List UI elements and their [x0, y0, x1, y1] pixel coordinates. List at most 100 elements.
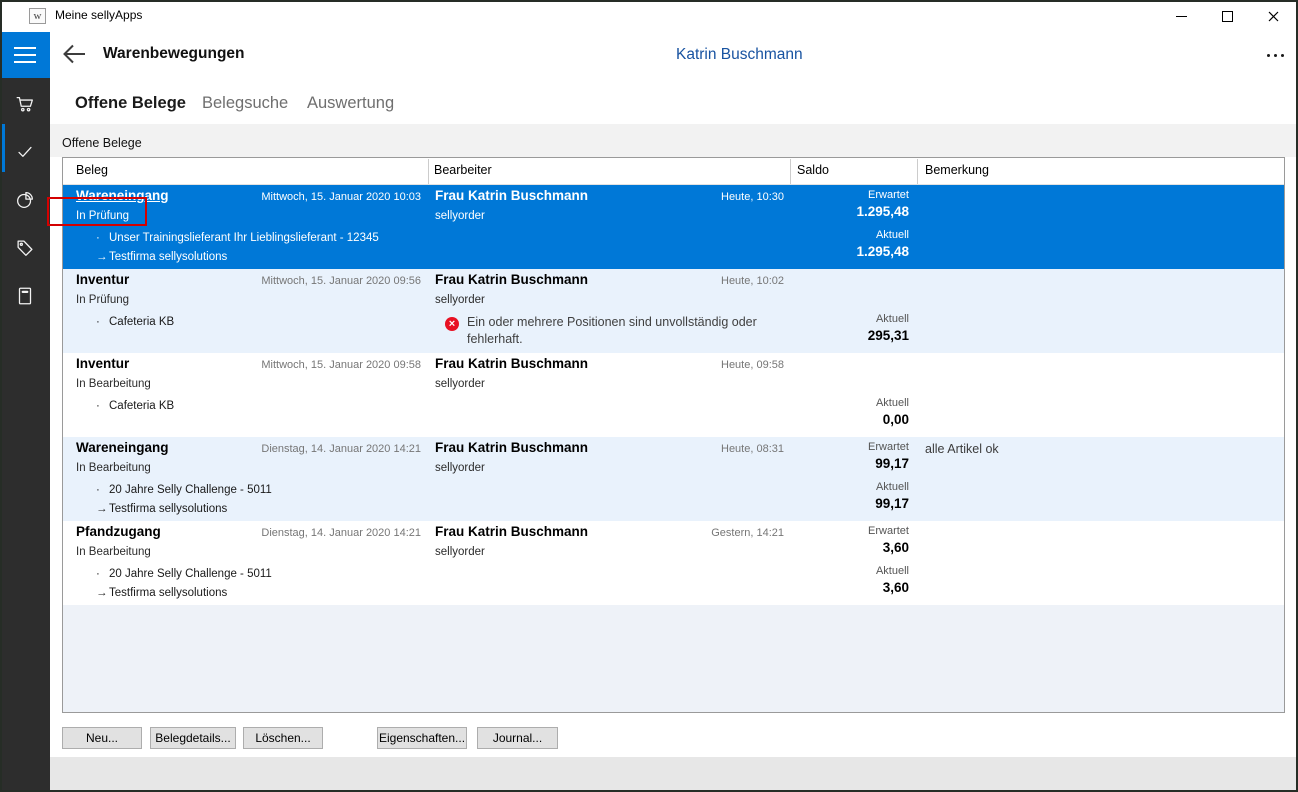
journal-button[interactable]: Journal...: [477, 727, 558, 749]
minimize-icon: [1176, 16, 1187, 17]
saldo-expected-value: 1.295,48: [856, 204, 909, 219]
hamburger-icon: [14, 47, 36, 49]
column-header-saldo[interactable]: Saldo: [797, 163, 829, 177]
doc-date: Mittwoch, 15. Januar 2020 09:56: [261, 275, 421, 287]
back-arrow-icon: [60, 41, 88, 67]
doc-type: Wareneingang: [76, 440, 169, 455]
editor-name: Frau Katrin Buschmann: [435, 524, 588, 539]
saldo-actual-label: Aktuell: [876, 565, 909, 577]
doc-status: In Prüfung: [76, 294, 129, 306]
table-row[interactable]: Pfandzugang Dienstag, 14. Januar 2020 14…: [63, 521, 1284, 605]
more-options-button[interactable]: [1258, 44, 1292, 66]
doc-type: Pfandzugang: [76, 524, 161, 539]
page-title: Warenbewegungen: [103, 45, 245, 63]
doc-detail-item: ·Cafeteria KB: [96, 316, 174, 328]
saldo-actual-value: 295,31: [868, 328, 909, 343]
saldo-actual-value: 0,00: [883, 412, 909, 427]
sidebar-item-tasks[interactable]: [0, 128, 50, 176]
column-header-bearbeiter[interactable]: Bearbeiter: [434, 163, 492, 177]
editor-app: sellyorder: [435, 210, 485, 222]
doc-detail-item: →Testfirma sellysolutions: [96, 503, 227, 515]
table-row[interactable]: Wareneingang Dienstag, 14. Januar 2020 1…: [63, 437, 1284, 521]
doc-detail-item: ·Cafeteria KB: [96, 400, 174, 412]
maximize-button[interactable]: [1204, 0, 1250, 32]
sidebar-item-orders[interactable]: [0, 80, 50, 128]
section-label: Offene Belege: [62, 136, 142, 150]
saldo-expected-label: Erwartet: [868, 189, 909, 201]
close-button[interactable]: [1250, 0, 1296, 32]
saldo-actual-value: 99,17: [875, 496, 909, 511]
current-user[interactable]: Katrin Buschmann: [676, 46, 803, 64]
doc-date: Mittwoch, 15. Januar 2020 09:58: [261, 359, 421, 371]
doc-detail-item: ·20 Jahre Selly Challenge - 5011: [96, 568, 272, 580]
document-details-button[interactable]: Belegdetails...: [150, 727, 236, 749]
new-button[interactable]: Neu...: [62, 727, 142, 749]
last-edit-time: Heute, 08:31: [721, 443, 784, 455]
sidebar-item-pricing[interactable]: [0, 224, 50, 272]
last-edit-time: Heute, 09:58: [721, 359, 784, 371]
column-header-bemerkung[interactable]: Bemerkung: [925, 163, 989, 177]
table-header: Beleg Bearbeiter Saldo Bemerkung: [63, 158, 1284, 185]
editor-name: Frau Katrin Buschmann: [435, 356, 588, 371]
back-button[interactable]: [60, 41, 90, 69]
editor-name: Frau Katrin Buschmann: [435, 272, 588, 287]
minimize-button[interactable]: [1158, 0, 1204, 32]
column-header-beleg[interactable]: Beleg: [76, 163, 108, 177]
saldo-expected-value: 99,17: [875, 456, 909, 471]
section-band: [50, 124, 1298, 157]
pie-chart-icon: [14, 189, 36, 211]
properties-button[interactable]: Eigenschaften...: [377, 727, 467, 749]
saldo-actual-value: 3,60: [883, 580, 909, 595]
saldo-expected-label: Erwartet: [868, 441, 909, 453]
doc-detail-item: →Testfirma sellysolutions: [96, 251, 227, 263]
doc-detail-item: →Testfirma sellysolutions: [96, 587, 227, 599]
saldo-actual-label: Aktuell: [876, 313, 909, 325]
table-row[interactable]: Wareneingang Mittwoch, 15. Januar 2020 1…: [63, 185, 1284, 269]
tag-icon: [14, 237, 36, 259]
delete-button[interactable]: Löschen...: [243, 727, 323, 749]
doc-status: In Bearbeitung: [76, 378, 151, 390]
editor-name: Frau Katrin Buschmann: [435, 440, 588, 455]
sidebar-item-journal[interactable]: [0, 272, 50, 320]
doc-type: Inventur: [76, 272, 129, 287]
table-row[interactable]: Inventur Mittwoch, 15. Januar 2020 09:56…: [63, 269, 1284, 353]
doc-detail-item: ·Unser Trainingslieferant Ihr Lieblingsl…: [96, 232, 379, 244]
remark-text: alle Artikel ok: [925, 442, 999, 456]
saldo-actual-value: 1.295,48: [856, 244, 909, 259]
empty-list-area: [63, 605, 1284, 712]
last-edit-time: Gestern, 14:21: [711, 527, 784, 539]
tab-auswertung[interactable]: Auswertung: [307, 94, 394, 113]
editor-app: sellyorder: [435, 378, 485, 390]
checkmark-icon: [14, 141, 36, 163]
sidebar: [0, 78, 50, 792]
open-documents-table: Beleg Bearbeiter Saldo Bemerkung Warenei…: [62, 157, 1285, 713]
editor-app: sellyorder: [435, 294, 485, 306]
tab-offene-belege[interactable]: Offene Belege: [75, 94, 186, 113]
book-icon: [14, 285, 36, 307]
editor-name: Frau Katrin Buschmann: [435, 188, 588, 203]
window-title: Meine sellyApps: [55, 8, 142, 22]
table-row[interactable]: Inventur Mittwoch, 15. Januar 2020 09:58…: [63, 353, 1284, 437]
tab-belegsuche[interactable]: Belegsuche: [202, 94, 288, 113]
doc-status: In Bearbeitung: [76, 462, 151, 474]
status-strip: [50, 757, 1298, 792]
sidebar-item-reports[interactable]: [0, 176, 50, 224]
doc-date: Dienstag, 14. Januar 2020 14:21: [261, 443, 421, 455]
saldo-actual-label: Aktuell: [876, 481, 909, 493]
doc-date: Mittwoch, 15. Januar 2020 10:03: [261, 191, 421, 203]
doc-status: In Prüfung: [76, 210, 129, 222]
error-message: × Ein oder mehrere Positionen sind unvol…: [445, 314, 765, 348]
doc-status: In Bearbeitung: [76, 546, 151, 558]
menu-button[interactable]: [0, 32, 50, 78]
title-bar: w Meine sellyApps: [0, 0, 1298, 32]
doc-detail-item: ·20 Jahre Selly Challenge - 5011: [96, 484, 272, 496]
last-edit-time: Heute, 10:30: [721, 191, 784, 203]
saldo-expected-label: Erwartet: [868, 525, 909, 537]
last-edit-time: Heute, 10:02: [721, 275, 784, 287]
app-logo-icon: w: [29, 8, 46, 24]
saldo-expected-value: 3,60: [883, 540, 909, 555]
maximize-icon: [1222, 11, 1233, 22]
doc-date: Dienstag, 14. Januar 2020 14:21: [261, 527, 421, 539]
more-ellipsis-icon: [1267, 54, 1270, 57]
error-icon: ×: [445, 317, 459, 331]
